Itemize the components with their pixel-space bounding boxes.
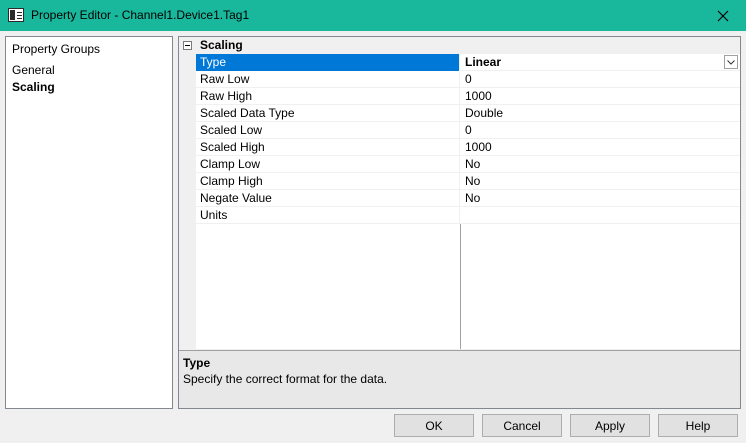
property-value[interactable] — [461, 207, 740, 224]
property-name[interactable]: Clamp Low — [196, 156, 460, 173]
property-value[interactable]: No — [461, 156, 740, 173]
property-row-negate-value[interactable]: Negate Value No — [196, 190, 740, 207]
group-item-scaling[interactable]: Scaling — [12, 80, 55, 94]
property-value[interactable]: Double — [461, 105, 740, 122]
window-icon — [8, 8, 24, 22]
property-groups-header: Property Groups — [12, 42, 101, 56]
property-name[interactable]: Raw Low — [196, 71, 460, 88]
close-icon — [717, 10, 729, 21]
help-title: Type — [183, 356, 211, 370]
title-bar[interactable]: Property Editor - Channel1.Device1.Tag1 — [0, 0, 746, 31]
property-value[interactable]: No — [461, 190, 740, 207]
property-row-raw-high[interactable]: Raw High 1000 — [196, 88, 740, 105]
chevron-down-icon — [727, 59, 735, 65]
property-value[interactable]: 1000 — [461, 88, 740, 105]
collapse-minus-icon[interactable] — [183, 41, 192, 50]
property-value[interactable]: Linear — [461, 54, 740, 71]
property-grid: Scaling Type Linear Raw Low 0 Raw High 1… — [179, 37, 740, 349]
property-name[interactable]: Scaled High — [196, 139, 460, 156]
grid-margin — [179, 54, 196, 349]
property-name[interactable]: Scaled Low — [196, 122, 460, 139]
type-dropdown-button[interactable] — [724, 55, 738, 69]
close-button[interactable] — [700, 0, 746, 31]
property-value[interactable]: 0 — [461, 71, 740, 88]
property-grid-panel: Scaling Type Linear Raw Low 0 Raw High 1… — [178, 36, 741, 409]
property-name[interactable]: Clamp High — [196, 173, 460, 190]
ok-button[interactable]: OK — [394, 414, 474, 437]
cancel-button[interactable]: Cancel — [482, 414, 562, 437]
property-name[interactable]: Type — [196, 54, 460, 71]
property-name[interactable]: Units — [196, 207, 460, 224]
property-value[interactable]: 0 — [461, 122, 740, 139]
property-value-text: Linear — [465, 55, 502, 69]
property-row-units[interactable]: Units — [196, 207, 740, 224]
property-value[interactable]: 1000 — [461, 139, 740, 156]
help-description: Specify the correct format for the data. — [183, 372, 388, 386]
category-label: Scaling — [200, 38, 243, 52]
property-row-scaled-low[interactable]: Scaled Low 0 — [196, 122, 740, 139]
help-button[interactable]: Help — [658, 414, 738, 437]
property-name[interactable]: Raw High — [196, 88, 460, 105]
group-item-general[interactable]: General — [12, 63, 55, 77]
property-value[interactable]: No — [461, 173, 740, 190]
property-row-clamp-high[interactable]: Clamp High No — [196, 173, 740, 190]
property-groups-panel: Property Groups General Scaling — [5, 36, 173, 409]
property-row-clamp-low[interactable]: Clamp Low No — [196, 156, 740, 173]
property-name[interactable]: Negate Value — [196, 190, 460, 207]
property-row-scaled-data-type[interactable]: Scaled Data Type Double — [196, 105, 740, 122]
property-row-raw-low[interactable]: Raw Low 0 — [196, 71, 740, 88]
help-description-box: Type Specify the correct format for the … — [179, 350, 740, 408]
property-name[interactable]: Scaled Data Type — [196, 105, 460, 122]
property-row-type[interactable]: Type Linear — [196, 54, 740, 71]
property-row-scaled-high[interactable]: Scaled High 1000 — [196, 139, 740, 156]
column-divider[interactable] — [460, 224, 461, 349]
apply-button[interactable]: Apply — [570, 414, 650, 437]
window-title: Property Editor - Channel1.Device1.Tag1 — [31, 8, 250, 22]
category-row-scaling[interactable]: Scaling — [179, 37, 740, 54]
